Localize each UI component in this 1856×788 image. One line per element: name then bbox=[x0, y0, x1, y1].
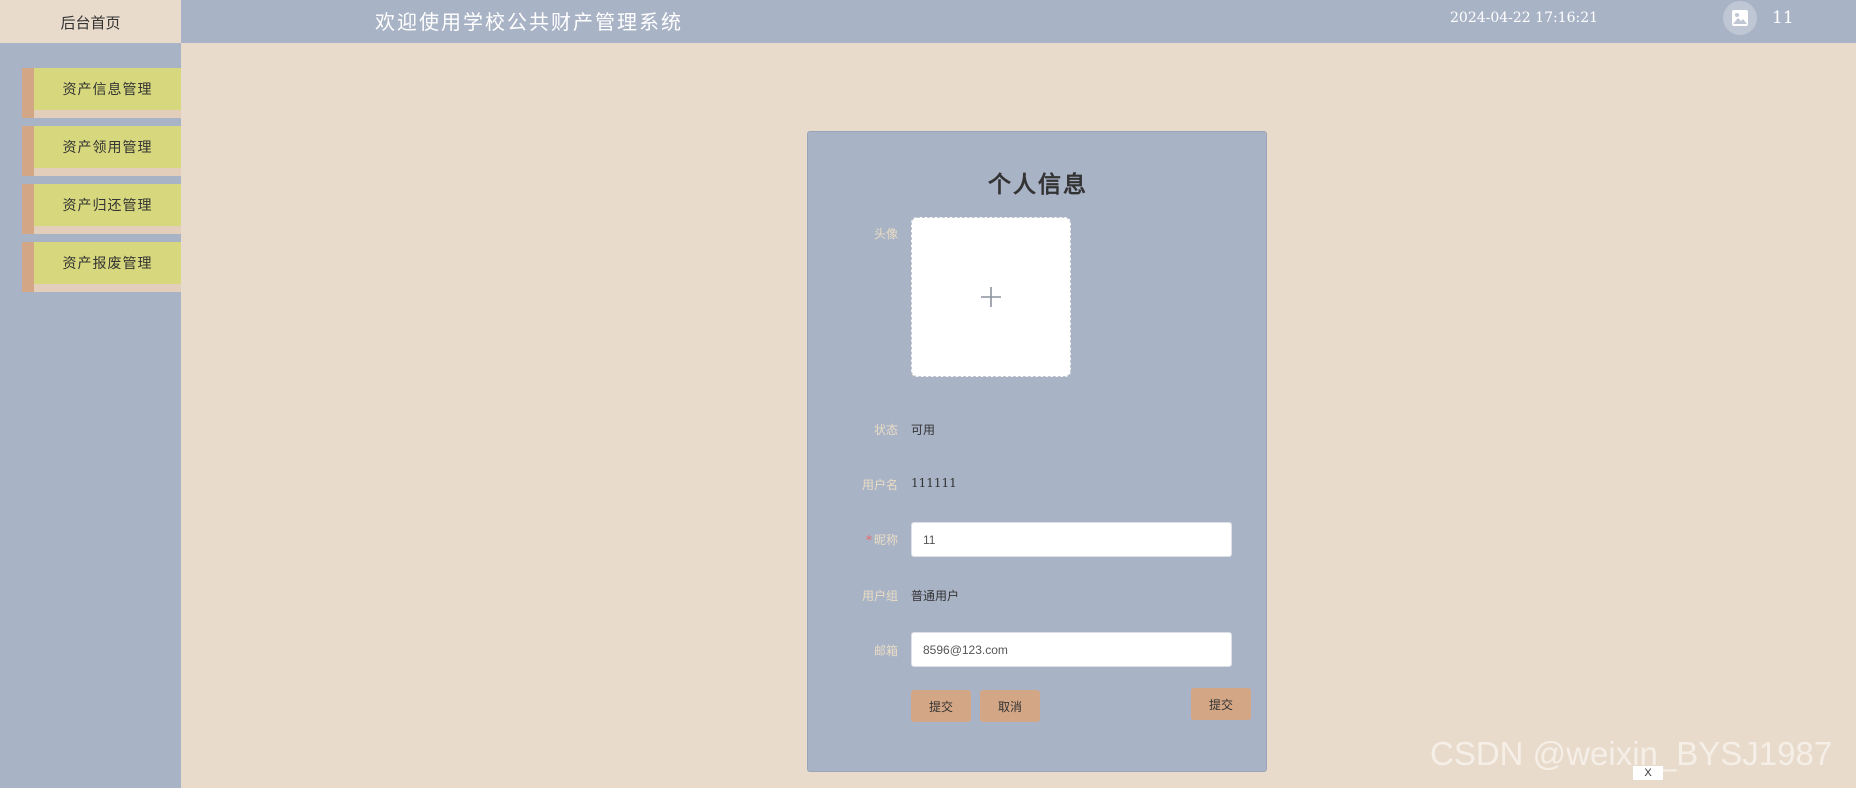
cancel-button[interactable]: 取消 bbox=[980, 690, 1040, 722]
extra-submit-button[interactable]: 提交 bbox=[1191, 688, 1251, 720]
sidebar-item-asset-usage[interactable]: 资产领用管理 bbox=[22, 126, 181, 176]
menu-shelf-decoration bbox=[34, 226, 181, 234]
watermark: CSDN @weixin_BYSJ1987 bbox=[1430, 735, 1833, 772]
menu-tab-decoration bbox=[22, 68, 34, 118]
menu-tab-decoration bbox=[22, 126, 34, 176]
menu-shelf-decoration bbox=[34, 168, 181, 176]
submit-button[interactable]: 提交 bbox=[911, 690, 971, 722]
status-label: 状态 bbox=[873, 423, 898, 437]
status-value: 可用 bbox=[911, 423, 936, 437]
sidebar-item-label: 资产信息管理 bbox=[34, 68, 181, 110]
avatar[interactable] bbox=[1723, 1, 1757, 35]
plus-icon bbox=[981, 287, 1001, 307]
profile-card: 个人信息 头像 状态 可用 用户名 111111 *昵称 用户组 普通用户 邮箱… bbox=[807, 131, 1267, 772]
username-label: 用户名 bbox=[861, 478, 898, 492]
email-input[interactable] bbox=[911, 632, 1232, 667]
home-tab[interactable]: 后台首页 bbox=[0, 0, 181, 44]
sidebar-item-asset-scrap[interactable]: 资产报废管理 bbox=[22, 242, 181, 292]
sidebar-item-label: 资产归还管理 bbox=[34, 184, 181, 226]
sidebar-item-asset-return[interactable]: 资产归还管理 bbox=[22, 184, 181, 234]
top-bar: 后台首页 欢迎使用学校公共财产管理系统 2024-04-22 17:16:21 … bbox=[0, 0, 1856, 44]
sidebar: 资产信息管理 资产领用管理 资产归还管理 资产报废管理 bbox=[0, 43, 181, 788]
menu-shelf-decoration bbox=[34, 110, 181, 118]
nickname-input[interactable] bbox=[911, 522, 1232, 557]
user-group-label: 用户组 bbox=[861, 589, 898, 603]
sidebar-item-label: 资产领用管理 bbox=[34, 126, 181, 168]
image-icon bbox=[1732, 10, 1748, 26]
nickname-label: * 昵称 bbox=[866, 531, 898, 548]
system-title: 欢迎使用学校公共财产管理系统 bbox=[375, 10, 683, 34]
menu-tab-decoration bbox=[22, 184, 34, 234]
header-username[interactable]: 11 bbox=[1772, 8, 1794, 28]
required-mark: * bbox=[865, 533, 872, 547]
avatar-uploader[interactable] bbox=[911, 217, 1071, 377]
nickname-label-text: 昵称 bbox=[873, 533, 898, 547]
menu-shelf-decoration bbox=[34, 284, 181, 292]
menu-tab-decoration bbox=[22, 242, 34, 292]
user-group-value: 普通用户 bbox=[911, 589, 960, 603]
page-title: 个人信息 bbox=[988, 171, 1088, 198]
datetime: 2024-04-22 17:16:21 bbox=[1450, 10, 1599, 26]
sidebar-item-asset-info[interactable]: 资产信息管理 bbox=[22, 68, 181, 118]
username-value: 111111 bbox=[911, 476, 957, 490]
close-badge[interactable]: X bbox=[1633, 766, 1663, 780]
email-label: 邮箱 bbox=[873, 644, 898, 658]
sidebar-item-label: 资产报废管理 bbox=[34, 242, 181, 284]
avatar-label: 头像 bbox=[873, 227, 898, 241]
